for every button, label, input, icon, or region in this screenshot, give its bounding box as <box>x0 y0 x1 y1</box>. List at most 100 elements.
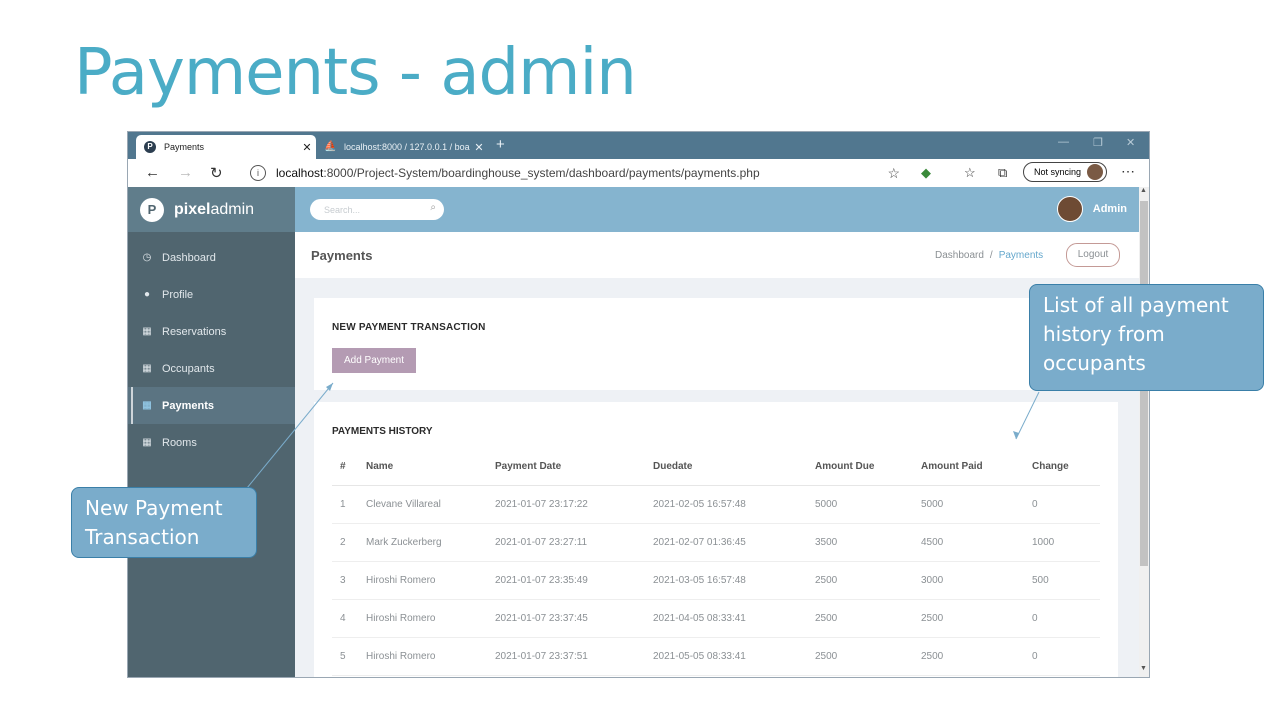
refresh-icon[interactable]: ↻ <box>210 164 223 182</box>
table-cell: Mark Zuckerberg <box>358 523 487 562</box>
brand-logo-icon: P <box>140 197 164 222</box>
maximize-icon[interactable]: ❐ <box>1093 136 1103 149</box>
favorite-star-icon[interactable]: ☆ <box>887 165 900 182</box>
table-cell: 2021-05-05 08:33:41 <box>645 637 807 676</box>
table-cell: 2021-01-07 23:35:49 <box>487 561 645 600</box>
sync-label: Not syncing <box>1034 167 1082 177</box>
payments-history-card: PAYMENTS HISTORY # Name Payment Date Due… <box>314 402 1118 677</box>
browser-window: P Payments ✕ ⛵ localhost:8000 / 127.0.0.… <box>128 132 1149 677</box>
search-icon[interactable]: ⌕ <box>430 202 436 213</box>
url-host: localhost <box>276 166 324 180</box>
clock-icon: ◷ <box>142 252 152 263</box>
sidebar-item-label: Occupants <box>162 362 215 375</box>
column-header: Duedate <box>645 447 807 486</box>
table-cell: 4 <box>332 599 358 638</box>
extension-icon[interactable]: ◆ <box>921 165 931 181</box>
column-header: Amount Paid <box>913 447 1024 486</box>
sidebar-menu: ◷ Dashboard ● Profile ▦ Reservations ▦ O… <box>128 239 295 461</box>
table-cell: 3000 <box>913 561 1024 600</box>
table-icon: ▦ <box>142 363 152 374</box>
table-cell: 0 <box>1024 485 1100 524</box>
favorites-list-icon[interactable]: ☆ <box>964 165 976 181</box>
app-viewport: P pixeladmin ◷ Dashboard ● Profile ▦ Res… <box>128 187 1139 677</box>
minimize-icon[interactable]: — <box>1058 136 1069 148</box>
table-cell: 2021-01-07 23:37:45 <box>487 599 645 638</box>
table-cell: 0 <box>1024 637 1100 676</box>
sidebar-item-label: Rooms <box>162 436 197 449</box>
table-row: 3 Hiroshi Romero 2021-01-07 23:35:49 202… <box>332 561 1100 600</box>
new-payment-card: NEW PAYMENT TRANSACTION Add Payment <box>314 298 1118 390</box>
sidebar-item-occupants[interactable]: ▦ Occupants <box>128 350 295 387</box>
callout-payment-history: List of all payment history from occupan… <box>1029 284 1264 391</box>
sync-status-button[interactable]: Not syncing <box>1023 162 1107 182</box>
table-cell: 1000 <box>1024 523 1100 562</box>
close-tab-icon[interactable]: ✕ <box>298 141 316 154</box>
table-icon: ▦ <box>142 400 152 411</box>
table-cell: 4500 <box>913 523 1024 562</box>
sidebar-item-label: Profile <box>162 288 194 301</box>
sidebar-item-profile[interactable]: ● Profile <box>128 276 295 313</box>
table-header-row: # Name Payment Date Duedate Amount Due A… <box>332 447 1100 486</box>
brand[interactable]: P pixeladmin <box>128 187 295 232</box>
table-cell: Hiroshi Romero <box>358 637 487 676</box>
sidebar-item-reservations[interactable]: ▦ Reservations <box>128 313 295 350</box>
new-payment-title: NEW PAYMENT TRANSACTION <box>332 322 486 333</box>
tab-label: Payments <box>164 142 205 152</box>
brand-name: pixeladmin <box>174 200 255 218</box>
page-title: Payments <box>311 248 373 263</box>
sidebar-item-rooms[interactable]: ▦ Rooms <box>128 424 295 461</box>
close-window-icon[interactable]: ✕ <box>1126 136 1135 149</box>
tab-phpmyadmin[interactable]: ⛵ localhost:8000 / 127.0.0.1 / boar ✕ <box>316 135 488 159</box>
table-row: 5 Hiroshi Romero 2021-01-07 23:37:51 202… <box>332 637 1100 676</box>
table-cell: Clevane Villareal <box>358 485 487 524</box>
avatar <box>1056 196 1083 222</box>
user-icon: ● <box>143 289 151 300</box>
logout-button[interactable]: Logout <box>1066 243 1120 267</box>
address-toolbar: ← → ↻ i localhost:8000/Project-System/bo… <box>128 159 1149 188</box>
url-bar[interactable]: i localhost:8000/Project-System/boarding… <box>236 162 908 184</box>
payments-history-title: PAYMENTS HISTORY <box>332 426 433 437</box>
forward-arrow-icon[interactable]: → <box>178 164 193 181</box>
breadcrumb: Dashboard / Payments <box>935 250 1043 261</box>
table-cell: 2 <box>332 523 358 562</box>
scroll-up-icon[interactable]: ▲ <box>1140 187 1147 194</box>
table-cell: 2500 <box>913 637 1024 676</box>
collections-icon[interactable]: ⧉ <box>998 165 1007 181</box>
table-cell: 2021-02-07 01:36:45 <box>645 523 807 562</box>
add-payment-button[interactable]: Add Payment <box>332 348 416 373</box>
payments-table: # Name Payment Date Duedate Amount Due A… <box>332 447 1100 676</box>
table-cell: Hiroshi Romero <box>358 599 487 638</box>
search-input[interactable]: Search... ⌕ <box>310 199 444 220</box>
close-tab-icon[interactable]: ✕ <box>470 141 488 154</box>
tab-strip: P Payments ✕ ⛵ localhost:8000 / 127.0.0.… <box>128 132 1149 159</box>
sidebar-item-dashboard[interactable]: ◷ Dashboard <box>128 239 295 276</box>
info-icon[interactable]: i <box>250 165 266 181</box>
tab-payments[interactable]: P Payments ✕ <box>136 135 316 159</box>
more-options-icon[interactable]: ⋯ <box>1121 163 1135 180</box>
table-cell: 2021-02-05 16:57:48 <box>645 485 807 524</box>
column-header: Amount Due <box>807 447 913 486</box>
table-cell: 2021-03-05 16:57:48 <box>645 561 807 600</box>
breadcrumb-separator: / <box>989 250 993 261</box>
table-cell: 2500 <box>807 637 913 676</box>
tab-label: localhost:8000 / 127.0.0.1 / boar <box>344 142 470 152</box>
scroll-down-icon[interactable]: ▼ <box>1140 665 1147 672</box>
sidebar: P pixeladmin ◷ Dashboard ● Profile ▦ Res… <box>128 187 295 677</box>
table-cell: 2021-01-07 23:17:22 <box>487 485 645 524</box>
vertical-scrollbar[interactable]: ▲ ▼ <box>1139 187 1149 677</box>
profile-avatar <box>1087 164 1103 180</box>
table-cell: 2021-01-07 23:27:11 <box>487 523 645 562</box>
new-tab-button[interactable]: + <box>496 136 505 153</box>
breadcrumb-dashboard-link[interactable]: Dashboard <box>935 250 984 261</box>
sidebar-item-payments[interactable]: ▦ Payments <box>128 387 295 424</box>
table-cell: 2500 <box>807 599 913 638</box>
table-cell: 1 <box>332 485 358 524</box>
table-cell: 5000 <box>807 485 913 524</box>
back-arrow-icon[interactable]: ← <box>145 164 160 181</box>
search-placeholder: Search... <box>324 204 361 215</box>
table-cell: 2500 <box>807 561 913 600</box>
admin-user-menu[interactable]: Admin <box>1056 196 1127 222</box>
page-header: Payments Dashboard / Payments Logout <box>295 232 1139 278</box>
column-header: Name <box>358 447 487 486</box>
table-icon: ▦ <box>142 326 152 337</box>
